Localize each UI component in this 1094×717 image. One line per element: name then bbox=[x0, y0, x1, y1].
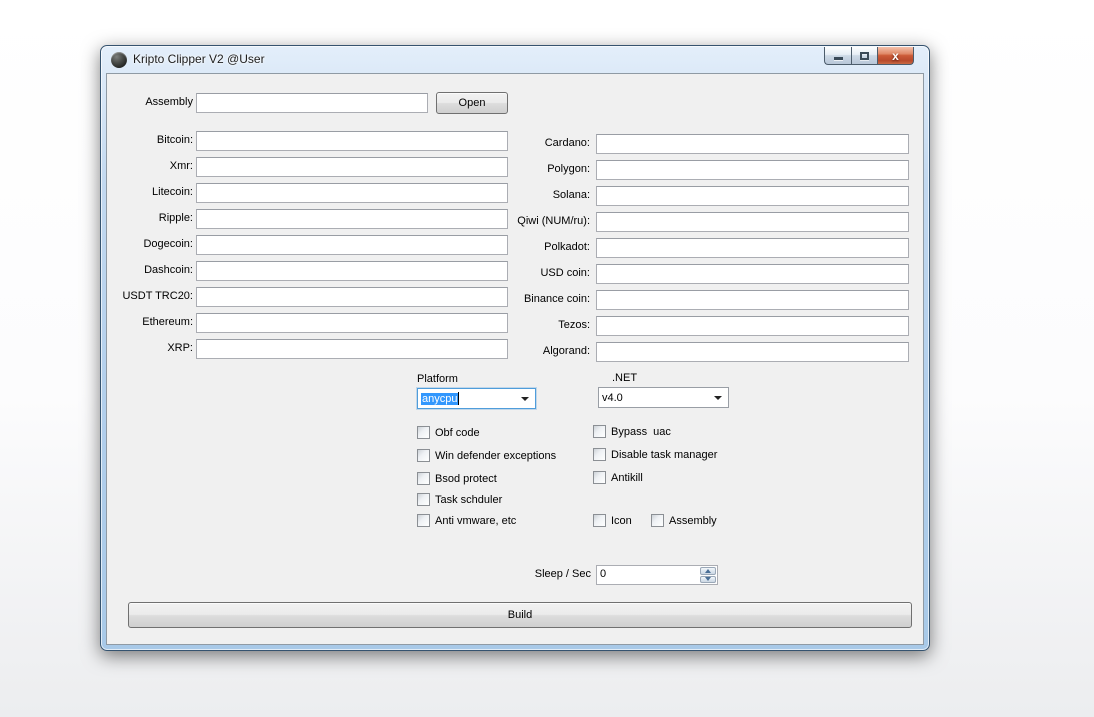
checkbox-disable-task-manager[interactable]: Disable task manager bbox=[593, 448, 717, 461]
checkbox-box[interactable] bbox=[417, 426, 430, 439]
app-icon[interactable] bbox=[111, 52, 127, 68]
tezos-label: Tezos: bbox=[482, 319, 590, 331]
ripple-input[interactable] bbox=[196, 209, 508, 229]
chevron-down-icon bbox=[714, 396, 722, 400]
xrp-label: XRP: bbox=[115, 342, 193, 354]
platform-selected-value: anycpu bbox=[421, 393, 458, 405]
arrow-down-icon bbox=[705, 577, 711, 581]
xmr-label: Xmr: bbox=[115, 160, 193, 172]
polkadot-label: Polkadot: bbox=[482, 241, 590, 253]
solana-label: Solana: bbox=[482, 189, 590, 201]
dogecoin-label: Dogecoin: bbox=[115, 238, 193, 250]
window-controls: x bbox=[824, 47, 914, 65]
assembly-input[interactable] bbox=[196, 93, 428, 113]
algorand-label: Algorand: bbox=[482, 345, 590, 357]
checkbox-box[interactable] bbox=[417, 493, 430, 506]
checkbox-box[interactable] bbox=[417, 449, 430, 462]
tezos-input[interactable] bbox=[596, 316, 909, 336]
litecoin-label: Litecoin: bbox=[115, 186, 193, 198]
dogecoin-input[interactable] bbox=[196, 235, 508, 255]
sleep-sec-label: Sleep / Sec bbox=[491, 568, 591, 580]
open-button[interactable]: Open bbox=[436, 92, 508, 114]
app-window: Kripto Clipper V2 @User x Assembly Open … bbox=[100, 45, 930, 651]
polygon-input[interactable] bbox=[596, 160, 909, 180]
cardano-input[interactable] bbox=[596, 134, 909, 154]
checkbox-box[interactable] bbox=[651, 514, 664, 527]
spin-down-button[interactable] bbox=[700, 576, 716, 584]
qiwi-input[interactable] bbox=[596, 212, 909, 232]
close-icon: x bbox=[892, 48, 899, 64]
bitcoin-input[interactable] bbox=[196, 131, 508, 151]
platform-label: Platform bbox=[417, 373, 537, 385]
minimize-icon bbox=[834, 57, 843, 60]
spin-up-button[interactable] bbox=[700, 567, 716, 575]
dotnet-label: .NET bbox=[612, 372, 732, 384]
usdt-trc20-input[interactable] bbox=[196, 287, 508, 307]
sleep-sec-stepper[interactable]: 0 bbox=[596, 565, 718, 585]
ethereum-label: Ethereum: bbox=[115, 316, 193, 328]
usdt-trc20-label: USDT TRC20: bbox=[115, 290, 193, 302]
checkbox-box[interactable] bbox=[593, 514, 606, 527]
checkbox-win-defender-exceptions[interactable]: Win defender exceptions bbox=[417, 449, 556, 462]
xmr-input[interactable] bbox=[196, 157, 508, 177]
window-title: Kripto Clipper V2 @User bbox=[133, 52, 265, 66]
xrp-input[interactable] bbox=[196, 339, 508, 359]
dotnet-select[interactable]: v4.0 bbox=[598, 387, 729, 408]
algorand-input[interactable] bbox=[596, 342, 909, 362]
binance-coin-label: Binance coin: bbox=[482, 293, 590, 305]
checkbox-anti-vmware[interactable]: Anti vmware, etc bbox=[417, 514, 516, 527]
titlebar[interactable]: Kripto Clipper V2 @User x bbox=[101, 46, 929, 73]
chevron-down-icon bbox=[521, 397, 529, 401]
checkbox-box[interactable] bbox=[417, 472, 430, 485]
minimize-button[interactable] bbox=[824, 47, 851, 65]
binance-coin-input[interactable] bbox=[596, 290, 909, 310]
litecoin-input[interactable] bbox=[196, 183, 508, 203]
build-button[interactable]: Build bbox=[128, 602, 912, 628]
checkbox-assembly[interactable]: Assembly bbox=[651, 514, 717, 527]
cardano-label: Cardano: bbox=[482, 137, 590, 149]
solana-input[interactable] bbox=[596, 186, 909, 206]
checkbox-box[interactable] bbox=[417, 514, 430, 527]
checkbox-bsod-protect[interactable]: Bsod protect bbox=[417, 472, 497, 485]
polkadot-input[interactable] bbox=[596, 238, 909, 258]
checkbox-task-scheduler[interactable]: Task schduler bbox=[417, 493, 502, 506]
usd-coin-label: USD coin: bbox=[482, 267, 590, 279]
checkbox-obf-code[interactable]: Obf code bbox=[417, 426, 480, 439]
bitcoin-label: Bitcoin: bbox=[115, 134, 193, 146]
maximize-icon bbox=[860, 52, 869, 60]
client-area: Assembly Open Bitcoin: Xmr: Litecoin: Ri… bbox=[106, 73, 924, 645]
checkbox-box[interactable] bbox=[593, 471, 606, 484]
dashcoin-label: Dashcoin: bbox=[115, 264, 193, 276]
dotnet-selected-value: v4.0 bbox=[602, 392, 623, 404]
platform-select[interactable]: anycpu bbox=[417, 388, 536, 409]
polygon-label: Polygon: bbox=[482, 163, 590, 175]
ethereum-input[interactable] bbox=[196, 313, 508, 333]
usd-coin-input[interactable] bbox=[596, 264, 909, 284]
text-caret bbox=[458, 392, 459, 405]
close-button[interactable]: x bbox=[878, 47, 914, 65]
checkbox-icon[interactable]: Icon bbox=[593, 514, 632, 527]
checkbox-box[interactable] bbox=[593, 448, 606, 461]
ripple-label: Ripple: bbox=[115, 212, 193, 224]
qiwi-label: Qiwi (NUM/ru): bbox=[482, 215, 590, 227]
spinner-buttons bbox=[700, 567, 716, 583]
assembly-label: Assembly bbox=[115, 96, 193, 108]
checkbox-box[interactable] bbox=[593, 425, 606, 438]
arrow-up-icon bbox=[705, 569, 711, 573]
checkbox-bypass-uac[interactable]: Bypass uac bbox=[593, 425, 671, 438]
checkbox-antikill[interactable]: Antikill bbox=[593, 471, 643, 484]
maximize-button[interactable] bbox=[851, 47, 878, 65]
dashcoin-input[interactable] bbox=[196, 261, 508, 281]
sleep-sec-value: 0 bbox=[600, 568, 606, 580]
